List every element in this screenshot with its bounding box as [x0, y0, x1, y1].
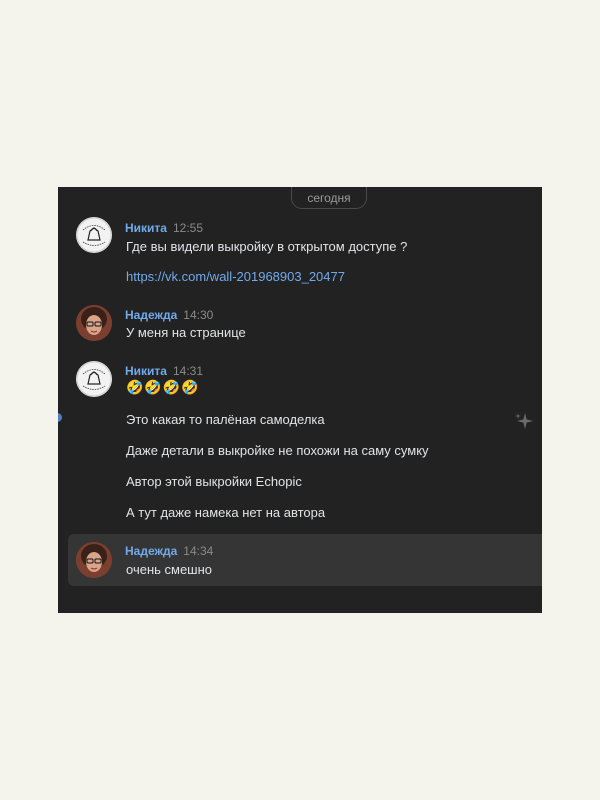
message-text: Даже детали в выкройке не похожи на саму…	[126, 443, 429, 458]
author-name[interactable]: Надежда	[125, 544, 177, 558]
woman-photo-avatar[interactable]	[76, 305, 112, 341]
message-group[interactable]: Надежда 14:34 очень смешно	[68, 534, 542, 586]
message-header: Никита 12:55	[125, 221, 203, 235]
message-text: очень смешно	[126, 562, 213, 577]
author-name[interactable]: Никита	[125, 221, 167, 235]
chat-history: сегодня Никита 12:55 Где вы видели выкрой…	[58, 187, 542, 613]
message-group[interactable]: Надежда 14:30 У меня на странице	[58, 299, 542, 343]
author-name[interactable]: Никита	[125, 364, 167, 378]
pattern-logo-avatar[interactable]	[76, 217, 112, 253]
message-group[interactable]: Никита 14:31 🤣🤣🤣🤣 Это какая то палёная са…	[58, 355, 542, 531]
message-header: Надежда 14:34	[125, 544, 213, 558]
message-text: Автор этой выкройки Echopic	[126, 474, 302, 489]
message-time[interactable]: 14:30	[183, 308, 213, 322]
message-text: Где вы видели выкройку в открытом доступ…	[126, 239, 408, 254]
message-text: У меня на странице	[126, 325, 246, 340]
message-time[interactable]: 12:55	[173, 221, 203, 235]
message-header: Никита 14:31	[125, 364, 203, 378]
author-name[interactable]: Надежда	[125, 308, 177, 322]
emoji-message: 🤣🤣🤣🤣	[126, 379, 200, 395]
message-header: Надежда 14:30	[125, 308, 213, 322]
message-text: Это какая то палёная самоделка	[126, 412, 325, 427]
message-text: А тут даже намека нет на автора	[126, 505, 326, 520]
woman-photo-avatar[interactable]	[76, 542, 112, 578]
message-time[interactable]: 14:31	[173, 364, 203, 378]
message-group[interactable]: Никита 12:55 Где вы видели выкройку в отк…	[58, 211, 542, 291]
date-divider: сегодня	[291, 187, 367, 209]
pattern-logo-avatar[interactable]	[76, 361, 112, 397]
sparkle-icon[interactable]	[514, 411, 534, 436]
message-link[interactable]: https://vk.com/wall-201968903_20477	[126, 269, 345, 284]
message-time[interactable]: 14:34	[183, 544, 213, 558]
